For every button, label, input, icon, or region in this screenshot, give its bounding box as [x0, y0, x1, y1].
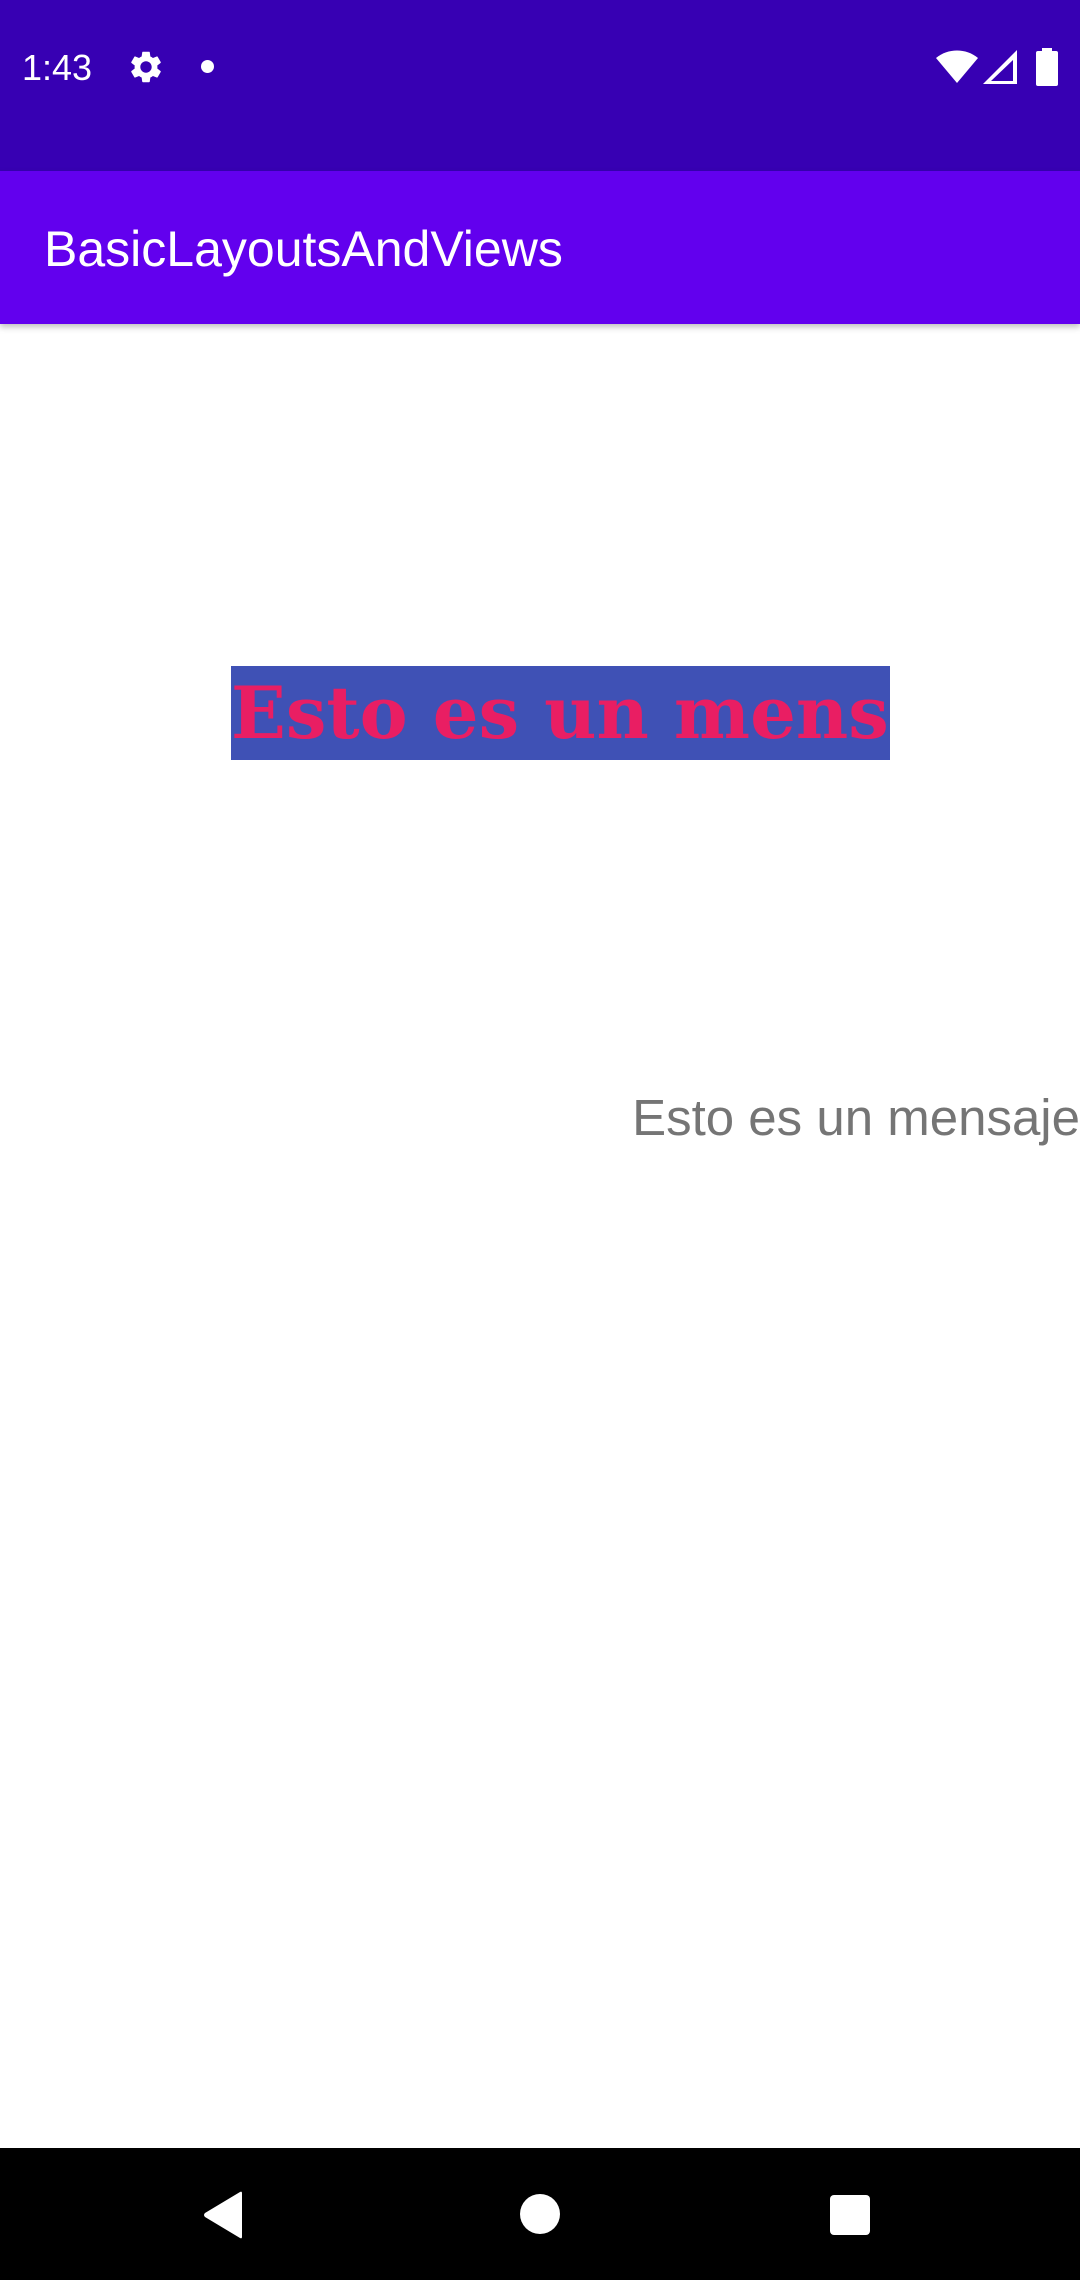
app-bar: BasicLayoutsAndViews [0, 171, 1080, 324]
status-bar: 1:43 [0, 0, 1080, 171]
navigation-bar [0, 2148, 1080, 2280]
wifi-icon [936, 50, 978, 83]
notification-dot-icon [201, 60, 214, 73]
status-time: 1:43 [22, 47, 93, 88]
app-screen: 1:43 BasicLayoutsAndViews Esto es un men… [0, 0, 1080, 2280]
back-icon[interactable] [202, 2191, 246, 2239]
styled-message-text: Esto es un mensaje [231, 666, 890, 760]
battery-icon [1036, 48, 1058, 86]
cell-signal-icon [983, 50, 1017, 84]
content-area: Esto es un mensaje Esto es un mensaje [0, 324, 1080, 2148]
app-title: BasicLayoutsAndViews [44, 221, 563, 277]
recents-icon[interactable] [830, 2195, 870, 2235]
plain-message-text: Esto es un mensaje [632, 1089, 1080, 1146]
gear-icon [131, 51, 161, 83]
home-icon[interactable] [520, 2194, 560, 2234]
